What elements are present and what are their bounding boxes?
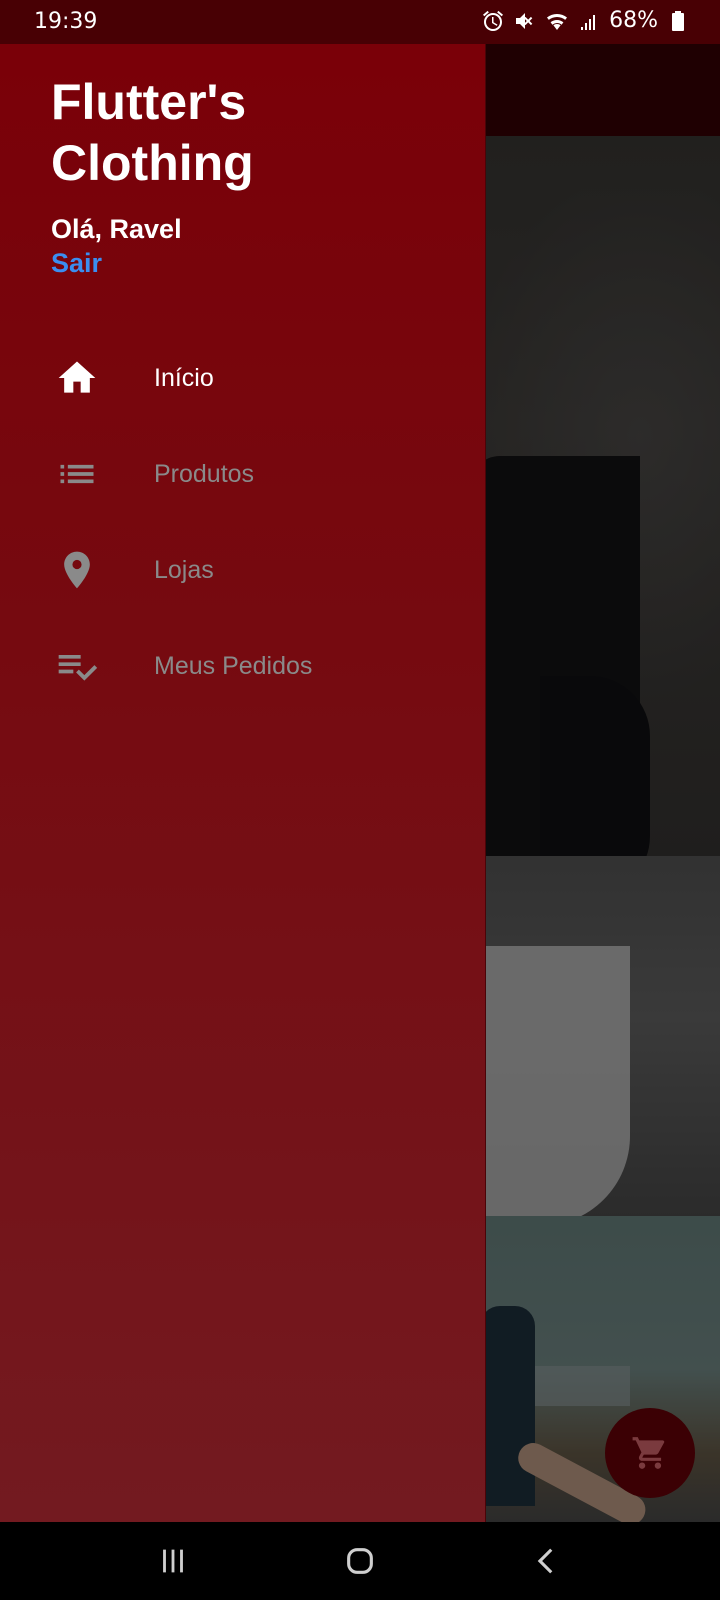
status-icons: 68% <box>481 8 690 33</box>
user-greeting: Olá, Ravel <box>51 214 182 244</box>
cart-icon <box>632 1437 665 1469</box>
home-icon <box>54 355 100 401</box>
drawer-item-label: Lojas <box>154 555 214 584</box>
drawer-item-inicio[interactable]: Início <box>0 330 486 426</box>
signal-icon <box>581 14 596 30</box>
navigation-drawer: Flutter's Clothing Olá, Ravel Sair Iníci… <box>0 44 486 1522</box>
drawer-item-meus-pedidos[interactable]: Meus Pedidos <box>0 618 486 714</box>
battery-percentage: 68% <box>609 8 658 33</box>
logout-link[interactable]: Sair <box>51 248 102 279</box>
system-nav-bar <box>0 1522 720 1600</box>
drawer-title: Flutter's Clothing <box>51 74 254 191</box>
drawer-item-produtos[interactable]: Produtos <box>0 426 486 522</box>
battery-icon <box>672 10 684 31</box>
wifi-icon <box>547 13 568 30</box>
home-button[interactable] <box>330 1531 390 1591</box>
drawer-menu: Início Produtos Lojas Meus Pedidos <box>0 330 486 714</box>
mute-icon <box>516 12 533 29</box>
drawer-item-lojas[interactable]: Lojas <box>0 522 486 618</box>
location-pin-icon <box>54 547 100 593</box>
back-icon <box>537 1548 552 1574</box>
back-button[interactable] <box>517 1531 577 1591</box>
list-icon <box>54 451 100 497</box>
status-bar: 19:39 68% <box>0 0 720 44</box>
home-button-icon <box>347 1548 373 1574</box>
status-time: 19:39 <box>34 9 98 34</box>
cart-fab-button[interactable] <box>605 1408 695 1498</box>
drawer-item-label: Meus Pedidos <box>154 651 313 680</box>
recent-apps-icon <box>163 1549 184 1573</box>
recent-apps-button[interactable] <box>143 1531 203 1591</box>
drawer-item-label: Produtos <box>154 459 255 488</box>
playlist-check-icon <box>54 643 100 689</box>
drawer-item-label: Início <box>154 363 214 392</box>
alarm-icon <box>483 10 504 31</box>
